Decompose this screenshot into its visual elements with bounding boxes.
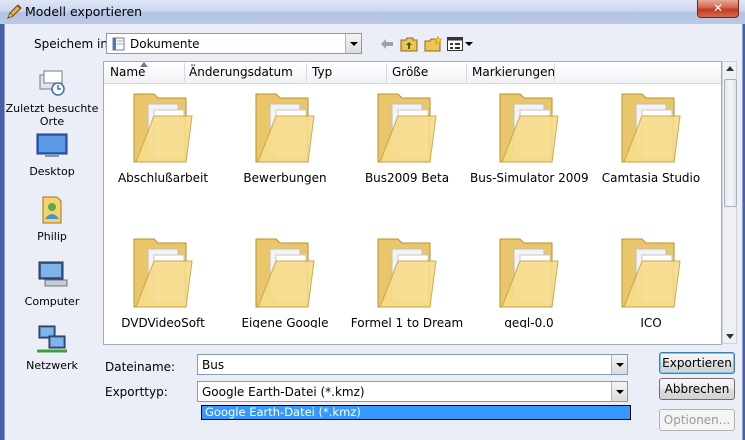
save-in-label: Speichem in: <box>34 37 113 51</box>
place-label: Zuletzt besuchte Orte <box>5 102 99 128</box>
place-label: Computer <box>24 295 80 308</box>
folder-icon <box>377 93 437 163</box>
back-button[interactable] <box>378 35 396 53</box>
vertical-scrollbar[interactable] <box>722 61 737 344</box>
up-folder-icon <box>400 37 418 52</box>
view-menu-icon <box>447 37 463 51</box>
network-icon <box>37 325 67 353</box>
cancel-button[interactable]: Abbrechen <box>659 378 735 400</box>
folder-label: gegl-0.0 <box>504 316 554 328</box>
folder-label: Bus2009 Beta <box>364 171 450 185</box>
chevron-down-icon <box>465 42 473 46</box>
desktop-icon <box>36 133 68 157</box>
chevron-down-icon[interactable] <box>611 382 627 401</box>
column-header-type[interactable]: Typ <box>312 65 332 79</box>
column-header-tags[interactable]: Markierungen <box>472 65 555 79</box>
column-header-date[interactable]: Änderungsdatum <box>189 65 293 79</box>
computer-icon <box>38 261 68 287</box>
folder-icon <box>133 238 193 308</box>
column-header-size[interactable]: Größe <box>392 65 428 79</box>
exporttype-dropdown-list: Google Earth-Datei (*.kmz) <box>201 405 631 420</box>
folder-item[interactable]: ICO <box>592 233 710 328</box>
up-folder-button[interactable] <box>399 35 419 53</box>
recent-places-icon <box>39 70 65 96</box>
folder-icon <box>255 238 315 308</box>
save-in-combobox[interactable]: Dokumente <box>106 33 362 54</box>
folder-icon <box>621 238 681 308</box>
column-header-name[interactable]: Name <box>110 65 145 79</box>
documents-icon <box>112 37 125 51</box>
column-divider[interactable] <box>306 63 307 82</box>
file-list-pane[interactable]: Name Änderungsdatum Typ Größe Markierung… <box>103 61 722 345</box>
folder-label: Eigene Google <box>241 316 329 328</box>
folder-icon <box>377 238 437 308</box>
folder-item[interactable]: DVDVideoSoft <box>104 233 222 328</box>
folder-label: ICO <box>640 316 662 328</box>
export-dialog: Modell exportieren ✕ Speichem in: Dokume… <box>0 0 745 440</box>
folder-item[interactable]: gegl-0.0 <box>470 233 588 328</box>
exporttype-option[interactable]: Google Earth-Datei (*.kmz) <box>202 406 630 419</box>
exporttype-label: Exporttyp: <box>105 385 168 399</box>
folder-icon <box>255 93 315 163</box>
chevron-down-icon[interactable] <box>345 34 361 53</box>
folder-label: Bus-Simulator 2009 <box>470 171 589 185</box>
folder-icon <box>621 93 681 163</box>
scrollbar-thumb[interactable] <box>724 79 737 207</box>
new-folder-button[interactable] <box>423 35 443 53</box>
place-computer[interactable]: Computer <box>5 260 99 308</box>
scroll-up-icon[interactable] <box>726 66 734 71</box>
exporttype-value: Google Earth-Datei (*.kmz) <box>202 385 365 399</box>
export-button[interactable]: Exportieren <box>659 352 735 374</box>
close-icon: ✕ <box>712 1 724 15</box>
dialog-body: Speichem in: Dokumente Zuletzt besuchte … <box>4 24 743 440</box>
folder-label: Abschlußarbeit <box>117 171 209 185</box>
column-divider[interactable] <box>184 63 185 82</box>
close-button[interactable]: ✕ <box>697 0 739 18</box>
column-divider[interactable] <box>554 63 555 82</box>
folder-item[interactable]: Formel 1 to Dream <box>348 233 466 328</box>
filename-combobox[interactable]: Bus <box>197 354 628 375</box>
folder-icon <box>133 93 193 163</box>
folder-label: Formel 1 to Dream <box>350 316 464 328</box>
folder-icon <box>499 93 559 163</box>
place-label: Netzwerk <box>26 359 78 372</box>
folder-item[interactable]: Abschlußarbeit <box>104 88 222 185</box>
pencil-icon <box>7 4 22 19</box>
folder-icon <box>499 238 559 308</box>
column-headers: Name Änderungsdatum Typ Größe Markierung… <box>104 62 721 84</box>
place-label: Desktop <box>29 165 75 178</box>
new-folder-icon <box>424 36 442 52</box>
filename-label: Dateiname: <box>105 360 176 374</box>
place-recent[interactable]: Zuletzt besuchte Orte <box>5 67 99 128</box>
folder-label: DVDVideoSoft <box>121 316 205 328</box>
window-title: Modell exportieren <box>25 4 143 19</box>
folder-label: Bewerbungen <box>243 171 327 185</box>
column-divider[interactable] <box>466 63 467 82</box>
save-in-value: Dokumente <box>130 37 200 51</box>
folder-item[interactable]: Bewerbungen <box>226 88 344 185</box>
options-button[interactable]: Optionen... <box>659 409 735 431</box>
sort-ascending-icon <box>140 62 148 67</box>
exporttype-select[interactable]: Google Earth-Datei (*.kmz) <box>197 381 628 402</box>
place-user[interactable]: Philip <box>5 193 99 243</box>
places-bar: Zuletzt besuchte Orte Desktop Philip Com… <box>5 62 99 402</box>
view-menu-button[interactable] <box>446 35 474 53</box>
folder-item[interactable]: Bus-Simulator 2009 <box>470 88 589 185</box>
folder-label: Camtasia Studio <box>601 171 701 185</box>
back-arrow-icon <box>381 39 393 49</box>
chevron-down-icon[interactable] <box>611 355 627 374</box>
folder-item[interactable]: Bus2009 Beta <box>348 88 466 185</box>
column-divider[interactable] <box>386 63 387 82</box>
folder-item[interactable]: Camtasia Studio <box>592 88 710 185</box>
scroll-down-icon[interactable] <box>726 334 734 339</box>
folder-item[interactable]: Eigene Google <box>226 233 344 328</box>
place-desktop[interactable]: Desktop <box>5 132 99 178</box>
filename-value[interactable]: Bus <box>202 358 224 372</box>
title-bar[interactable]: Modell exportieren ✕ <box>0 0 745 24</box>
user-folder-icon <box>42 196 62 224</box>
place-label: Philip <box>37 230 67 243</box>
place-network[interactable]: Netzwerk <box>5 324 99 372</box>
